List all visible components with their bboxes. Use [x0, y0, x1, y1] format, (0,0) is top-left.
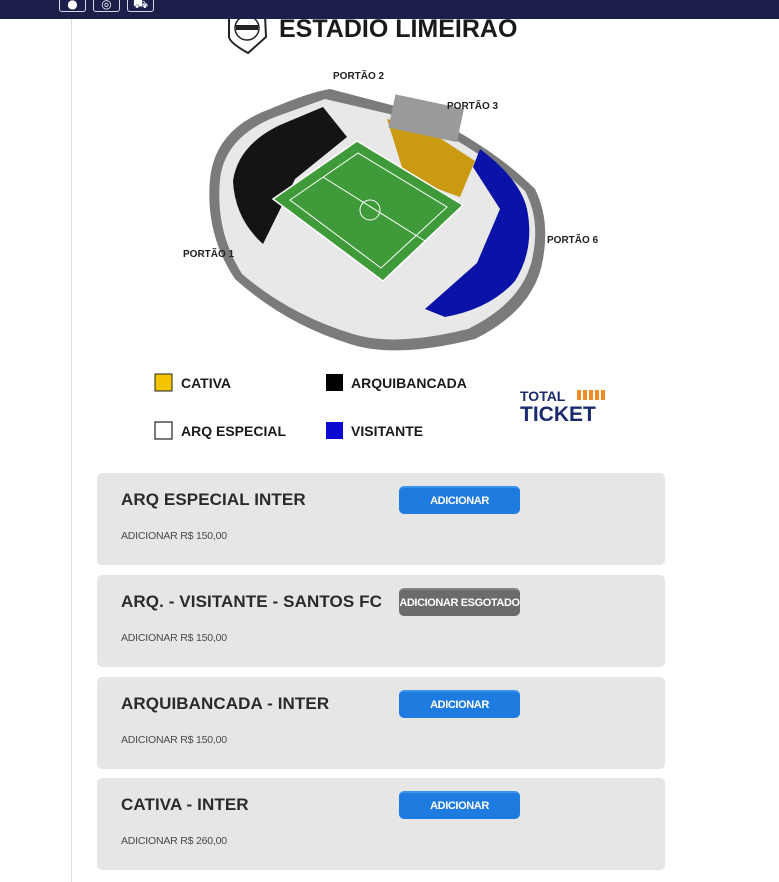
legend-swatch-arq-especial	[154, 421, 173, 440]
sold-out-button[interactable]: ADICIONAR ESGOTADO	[399, 588, 520, 616]
ticket-price: ADICIONAR R$ 150,00	[121, 530, 227, 542]
stadium-title: ESTADIO LIMEIRAO	[279, 19, 517, 43]
legend-label-arquibancada: ARQUIBANCADA	[351, 375, 467, 391]
stadium-illustration	[209, 89, 546, 351]
ticket-option-arquibancada: ARQUIBANCADA - INTER ADICIONAR ADICIONAR…	[97, 677, 665, 769]
club-crest-logo	[228, 19, 268, 55]
ticket-option-visitante: ARQ. - VISITANTE - SANTOS FC ADICIONAR E…	[97, 575, 665, 667]
legend-label-visitante: VISITANTE	[351, 423, 423, 439]
legend-label-arq-especial: ARQ ESPECIAL	[181, 423, 286, 439]
ticket-price: ADICIONAR R$ 150,00	[121, 734, 227, 746]
gate-2-label: PORTÃO 2	[333, 69, 385, 82]
stadium-map: ESTADIO LIMEIRAO PORTÃO 2 PORTÃO 3 PORTÃ…	[95, 19, 665, 464]
svg-text:TOTAL: TOTAL	[520, 388, 566, 404]
legend-swatch-visitante	[326, 422, 343, 439]
top-navigation-bar: ● ◎ ⛟	[0, 0, 779, 19]
ticket-name: ARQUIBANCADA - INTER	[121, 694, 330, 713]
instagram-icon[interactable]: ◎	[93, 0, 120, 12]
ticket-name: CATIVA - INTER	[121, 795, 249, 814]
stadium-map-image: ESTADIO LIMEIRAO PORTÃO 2 PORTÃO 3 PORTÃ…	[154, 19, 605, 440]
ticket-option-cativa: CATIVA - INTER ADICIONAR ADICIONAR R$ 26…	[97, 778, 665, 870]
legend-swatch-cativa	[154, 373, 173, 392]
content-left-border	[71, 19, 72, 882]
svg-text:TICKET: TICKET	[520, 403, 596, 426]
add-to-cart-button[interactable]: ADICIONAR	[399, 791, 520, 819]
legend-label-cativa: CATIVA	[181, 375, 231, 391]
add-to-cart-button[interactable]: ADICIONAR	[399, 486, 520, 514]
gate-3-label: PORTÃO 3	[447, 99, 499, 112]
ticket-name: ARQ. - VISITANTE - SANTOS FC	[121, 592, 382, 611]
legend-swatch-arquibancada	[326, 374, 343, 391]
gate-1-label: PORTÃO 1	[183, 247, 235, 260]
ticket-name: ARQ ESPECIAL INTER	[121, 490, 306, 509]
cart-icon[interactable]: ⛟	[127, 0, 154, 12]
ticket-price: ADICIONAR R$ 260,00	[121, 835, 227, 847]
ticket-option-arq-especial: ARQ ESPECIAL INTER ADICIONAR ADICIONAR R…	[97, 473, 665, 565]
facebook-icon[interactable]: ●	[59, 0, 86, 12]
ticket-price: ADICIONAR R$ 150,00	[121, 632, 227, 644]
total-ticket-logo: TOTAL TICKET	[520, 388, 605, 426]
gate-6-label: PORTÃO 6	[547, 233, 599, 246]
add-to-cart-button[interactable]: ADICIONAR	[399, 690, 520, 718]
